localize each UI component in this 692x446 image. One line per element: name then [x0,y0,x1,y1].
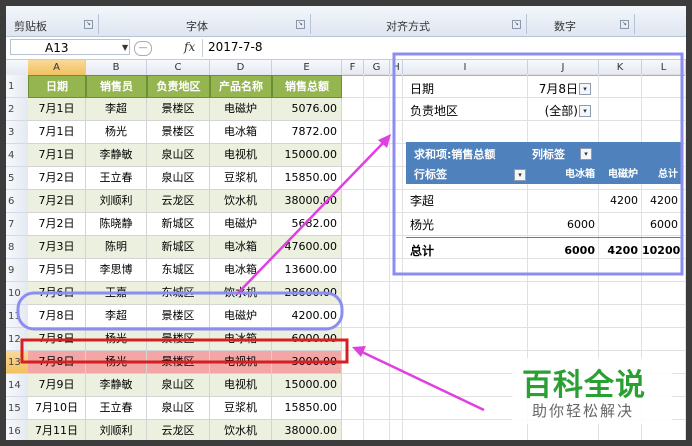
arrow-to-pivot [237,141,385,294]
rows-highlight-oval [16,291,344,331]
selected-row-box [20,338,349,364]
watermark-subtitle: 助你轻松解决 [532,402,635,420]
pivot-highlight-box [392,52,684,276]
arrow-to-row [361,350,485,412]
watermark-title: 百科全说 [522,368,646,403]
excel-window: 剪贴板 ↘ 字体 ↘ 对齐方式 ↘ 数字 ↘ A13 ▼ — fx 2017-7… [6,6,686,440]
arrow-head-icon [352,346,366,357]
watermark: 百科全说 助你轻松解决 [512,358,672,424]
